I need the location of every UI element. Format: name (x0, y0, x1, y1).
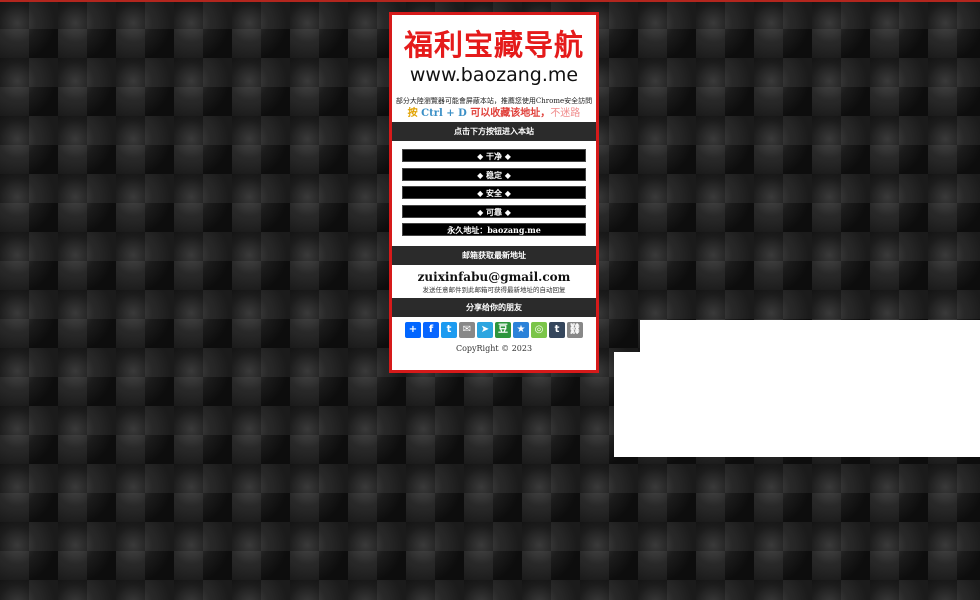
blank-panel (614, 352, 980, 457)
email-icon[interactable]: ✉ (459, 321, 475, 338)
telegram-icon[interactable]: ➤ (477, 321, 493, 338)
enter-heading: 点击下方按钮进入本站 (392, 122, 596, 141)
email-note: 发送任意邮件到此邮箱可获得最新地址的自动回复 (422, 285, 566, 294)
bookmark-press-text: 按 (407, 108, 418, 119)
entry-button-safe[interactable]: ◆ 安全 ◆ (402, 186, 586, 199)
email-address[interactable]: zuixinfabu@gmail.com (392, 269, 596, 286)
permanent-address-button[interactable]: 永久地址：baozang.me (402, 223, 586, 236)
qzone-icon[interactable]: ★ (513, 321, 529, 338)
share-plus-icon[interactable]: + (405, 321, 421, 338)
bookmark-tip: 按 Ctrl + D 可以收藏该地址，不迷路 (392, 106, 596, 122)
share-button-row: + f t ✉ ➤ 豆 ★ ◎ t ⛓ (392, 317, 596, 340)
email-heading: 邮箱获取最新地址 (392, 245, 596, 265)
copy-link-icon[interactable]: ⛓ (567, 321, 583, 338)
tumblr-icon[interactable]: t (549, 321, 565, 338)
douban-icon[interactable]: 豆 (495, 321, 511, 338)
entry-button-stable[interactable]: ◆ 稳定 ◆ (402, 167, 586, 181)
facebook-icon[interactable]: f (423, 321, 439, 338)
email-box: zuixinfabu@gmail.com 发送任意邮件到此邮箱可获得最新地址的自… (392, 265, 596, 298)
entry-button-clean[interactable]: ◆ 干净 ◆ (402, 149, 586, 162)
copyright: CopyRight © 2023 (455, 343, 533, 353)
top-accent-strip (0, 0, 980, 2)
logo-title: 福利宝藏导航 (403, 28, 584, 62)
blank-panel-top (640, 320, 980, 352)
entry-button-list: ◆ 干净 ◆ ◆ 稳定 ◆ ◆ 安全 ◆ ◆ 可靠 ◆ 永久地址：baozang… (392, 141, 596, 246)
share-heading: 分享给你的朋友 (392, 297, 596, 317)
logo-domain: www.baozang.me (409, 64, 579, 86)
wechat-icon[interactable]: ◎ (531, 321, 547, 338)
logo[interactable]: 福利宝藏导航 www.baozang.me (392, 15, 596, 99)
bookmark-shortcut: Ctrl + D (421, 108, 467, 119)
navigation-card: 福利宝藏导航 www.baozang.me 部分大陸瀏覽器可能會屏蔽本站，推薦您… (389, 12, 599, 373)
bookmark-mid-text: 可以收藏该地址， (470, 108, 551, 119)
twitter-icon[interactable]: t (441, 321, 457, 338)
entry-button-reliable[interactable]: ◆ 可靠 ◆ (402, 204, 586, 218)
bookmark-end-text: 不迷路 (550, 108, 581, 119)
browser-notice: 部分大陸瀏覽器可能會屏蔽本站，推薦您使用Chrome安全訪問 (395, 97, 593, 105)
